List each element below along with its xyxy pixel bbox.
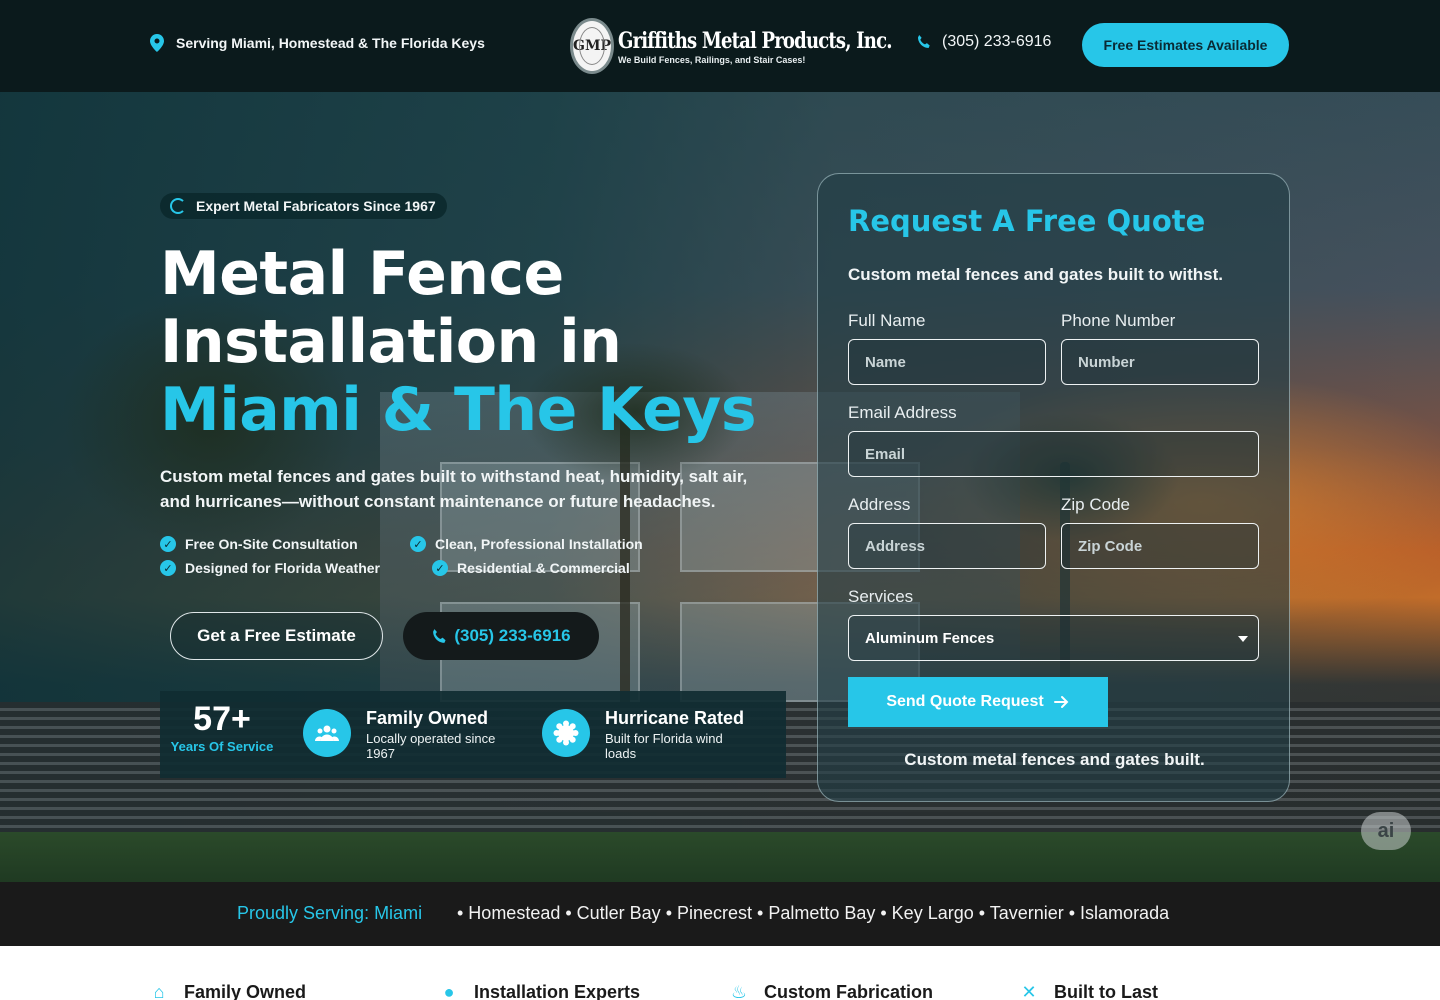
hero-title: Metal Fence Installation in Miami & The … [160, 239, 757, 445]
ai-assistant-button[interactable]: ai [1361, 812, 1411, 850]
hero-title-line1: Metal Fence [160, 239, 564, 309]
get-estimate-button[interactable]: Get a Free Estimate [170, 612, 383, 660]
service-areas-lead: Proudly Serving: Miami [237, 903, 423, 923]
feature-title: Family Owned [184, 982, 307, 1000]
services-label: Services [848, 587, 914, 606]
check-icon: ✓ [160, 536, 176, 552]
check-icon: ✓ [410, 536, 426, 552]
feature-title: Custom Fabrication [764, 982, 934, 1000]
logo-tagline: We Build Fences, Railings, and Stair Cas… [617, 54, 806, 65]
check-icon: ✓ [432, 560, 448, 576]
send-quote-label: Send Quote Request [886, 693, 1044, 710]
hero-phone-button[interactable]: (305) 233-6916 [403, 612, 599, 660]
feature-title: Built to Last [1054, 982, 1158, 1000]
service-area: Serving Miami, Homestead & The Florida K… [150, 34, 485, 52]
feature-installation-experts: ● Installation Experts [438, 982, 640, 1000]
checklist-item-text: Clean, Professional Installation [435, 536, 643, 552]
form-subtitle: Custom metal fences and gates built to w… [848, 265, 1223, 284]
since-badge-text: Expert Metal Fabricators Since 1967 [196, 198, 436, 214]
full-name-input[interactable] [848, 339, 1046, 385]
hurricane-rated-title: Hurricane Rated [605, 708, 745, 728]
stats-bar: 57+ Years Of Service Family Owned Locall… [160, 691, 786, 778]
quote-form: Request A Free Quote Custom metal fences… [817, 173, 1290, 802]
years-stat: 57+ Years Of Service [170, 699, 274, 754]
feature-built-to-last: ✕ Built to Last [1018, 982, 1158, 1000]
feature-custom-fabrication: ♨ Custom Fabrication [728, 982, 933, 1000]
checklist-item: ✓ Residential & Commercial [432, 560, 630, 576]
check-icon: ✓ [160, 560, 176, 576]
hero-title-line2: Installation in [160, 307, 622, 377]
address-label: Address [848, 495, 911, 514]
hero-phone-number: (305) 233-6916 [454, 626, 571, 645]
lawn-background [0, 832, 1440, 882]
years-label: Years Of Service [170, 739, 274, 754]
family-owned-title: Family Owned [366, 708, 489, 728]
header-phone-number: (305) 233-6916 [942, 33, 1052, 50]
hero-title-line3: Miami & The Keys [160, 375, 757, 445]
address-input[interactable] [848, 523, 1046, 569]
logo-wordmark: Griffiths Metal Products, Inc. We Build … [618, 28, 952, 65]
logo-seal: GMP [570, 18, 614, 74]
spinner-ring-icon [170, 198, 186, 214]
fire-icon: ♨ [730, 982, 748, 1000]
checklist-item-text: Free On-Site Consultation [185, 536, 358, 552]
features-row: ⌂ Family Owned ● Installation Experts ♨ … [0, 946, 1440, 1000]
phone-number-input[interactable] [1061, 339, 1259, 385]
service-area-text: Serving Miami, Homestead & The Florida K… [176, 35, 485, 51]
phone-number-label: Phone Number [1061, 311, 1176, 330]
location-pin-icon [150, 34, 164, 52]
years-number: 57+ [193, 700, 251, 738]
header-phone-link[interactable]: (305) 233-6916 [916, 33, 1051, 51]
feature-title: Installation Experts [474, 982, 641, 1000]
service-areas-list: • Homestead • Cutler Bay • Pinecrest • P… [457, 903, 1170, 923]
phone-icon [918, 35, 930, 48]
form-title: Request A Free Quote [848, 204, 1206, 238]
email-input[interactable] [848, 431, 1259, 477]
family-owned-desc: Locally operated since 1967 [366, 731, 496, 761]
checklist-item: ✓ Free On-Site Consultation [160, 536, 358, 552]
chevron-down-icon [1238, 636, 1248, 642]
tools-icon: ✕ [1021, 982, 1037, 1000]
family-owned-stat: Family Owned Locally operated since 1967 [303, 709, 516, 761]
certificate-icon [542, 709, 590, 757]
checklist-item-text: Residential & Commercial [457, 560, 630, 576]
hero-lead: Custom metal fences and gates built to w… [160, 467, 748, 511]
free-estimates-button[interactable]: Free Estimates Available [1082, 23, 1289, 67]
hurricane-rated-stat: Hurricane Rated Built for Florida wind l… [542, 709, 755, 761]
feature-family-owned: ⌂ Family Owned [148, 982, 306, 1000]
send-quote-button[interactable]: Send Quote Request [848, 677, 1108, 727]
arrow-right-icon [1053, 696, 1069, 708]
checklist-item: ✓ Designed for Florida Weather [160, 560, 380, 576]
checklist-item: ✓ Clean, Professional Installation [410, 536, 643, 552]
hurricane-rated-desc: Built for Florida wind loads [605, 731, 723, 761]
zip-code-input[interactable] [1061, 523, 1259, 569]
home-icon: ⌂ [153, 982, 165, 1000]
company-logo[interactable]: GMP Griffiths Metal Products, Inc. We Bu… [570, 16, 893, 76]
top-bar: Serving Miami, Homestead & The Florida K… [0, 0, 1440, 92]
form-footer-text: Custom metal fences and gates built. [904, 750, 1205, 769]
email-label: Email Address [848, 403, 957, 422]
since-badge: Expert Metal Fabricators Since 1967 [160, 193, 447, 219]
services-select[interactable]: Aluminum Fences [848, 615, 1259, 661]
hero-section: Expert Metal Fabricators Since 1967 Meta… [0, 92, 1440, 882]
logo-seal-text: GMP [573, 38, 611, 54]
users-icon [303, 709, 351, 757]
service-areas-strip: Proudly Serving: Miami • Homestead • Cut… [0, 882, 1440, 946]
phone-icon [433, 628, 446, 643]
full-name-label: Full Name [848, 311, 926, 330]
user-cog-icon: ● [443, 982, 455, 1000]
services-selected-value: Aluminum Fences [865, 629, 995, 647]
checklist-item-text: Designed for Florida Weather [185, 560, 380, 576]
zip-code-label: Zip Code [1061, 495, 1130, 514]
logo-brand: Griffiths Metal Products, Inc. [617, 27, 893, 54]
